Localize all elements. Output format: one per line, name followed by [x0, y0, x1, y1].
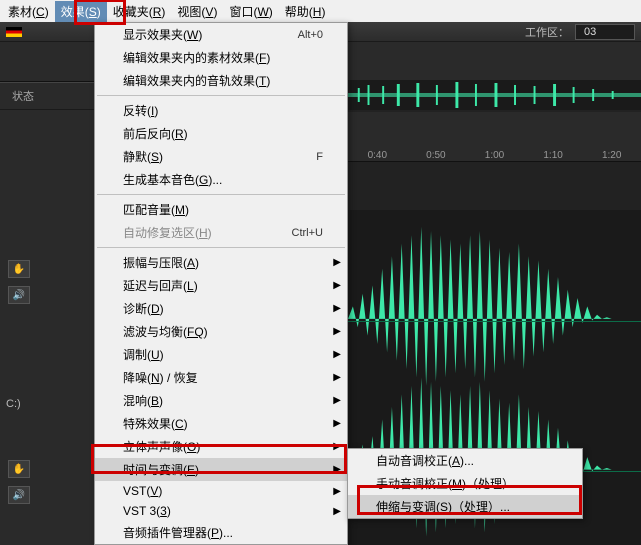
effects-menu-item[interactable]: 延迟与回声(L) ▶: [95, 274, 347, 297]
menu-item-label: VST(V): [123, 484, 162, 498]
effects-menu-item[interactable]: 匹配音量(M): [95, 198, 347, 221]
speaker-icon-2[interactable]: 🔊: [8, 486, 30, 504]
effects-menu-item[interactable]: 特殊效果(C) ▶: [95, 412, 347, 435]
menu-item-label: 立体声声像(O): [123, 438, 200, 455]
menu-item-label: 编辑效果夹内的素材效果(F): [123, 49, 270, 66]
status-label: 状态: [12, 88, 34, 104]
time-pitch-item[interactable]: 自动音调校正(A)...: [348, 449, 582, 472]
menu-item-label: 生成基本音色(G)...: [123, 171, 222, 188]
effects-menu-item[interactable]: 立体声声像(O) ▶: [95, 435, 347, 458]
menu-item-label: 特殊效果(C): [123, 415, 188, 432]
menu-view[interactable]: 视图(V): [171, 1, 223, 22]
menu-shortcut: F: [316, 151, 323, 163]
effects-menu-dropdown: 显示效果夹(W) Alt+0 编辑效果夹内的素材效果(F) 编辑效果夹内的音轨效果(T…: [94, 22, 348, 545]
menu-item-label: 前后反向(R): [123, 125, 188, 142]
menu-effects[interactable]: 效果(S): [55, 1, 107, 22]
effects-menu-item[interactable]: 编辑效果夹内的音轨效果(T): [95, 69, 347, 92]
effects-menu-item[interactable]: VST 3(3) ▶: [95, 501, 347, 521]
effects-menu-item[interactable]: 生成基本音色(G)...: [95, 168, 347, 191]
menu-item-label: 编辑效果夹内的音轨效果(T): [123, 72, 270, 89]
track-label: C:): [6, 398, 21, 410]
effects-menu-item[interactable]: VST(V) ▶: [95, 481, 347, 501]
submenu-arrow-icon: ▶: [333, 326, 341, 337]
effects-menu-item[interactable]: 音频插件管理器(P)...: [95, 521, 347, 544]
ruler-tick: 0:50: [426, 150, 445, 161]
menu-item-label: 显示效果夹(W): [123, 26, 202, 43]
workspace-dropdown[interactable]: 03: [575, 24, 635, 40]
menu-item-label: 静默(S): [123, 148, 163, 165]
ruler-tick: 0:40: [368, 150, 387, 161]
menu-material[interactable]: 素材(C): [2, 1, 55, 22]
submenu-arrow-icon: ▶: [333, 486, 341, 497]
effects-menu-item[interactable]: 显示效果夹(W) Alt+0: [95, 23, 347, 46]
effects-menu-item[interactable]: 调制(U) ▶: [95, 343, 347, 366]
track-controls: ✋ 🔊: [8, 260, 30, 304]
menu-item-label: 混响(B): [123, 392, 163, 409]
workspace-label: 工作区：: [525, 24, 569, 40]
menu-item-label: 伸缩与变调(S)（处理）...: [376, 498, 510, 515]
effects-menu-item[interactable]: 混响(B) ▶: [95, 389, 347, 412]
menu-shortcut: Ctrl+U: [292, 227, 323, 239]
submenu-arrow-icon: ▶: [333, 418, 341, 429]
menu-item-label: 诊断(D): [123, 300, 164, 317]
menu-item-label: 延迟与回声(L): [123, 277, 198, 294]
submenu-arrow-icon: ▶: [333, 506, 341, 517]
effects-menu-item: 自动修复选区(H) Ctrl+U: [95, 221, 347, 244]
effects-menu-item[interactable]: 降噪(N) / 恢复 ▶: [95, 366, 347, 389]
menu-item-label: 滤波与均衡(FQ): [123, 323, 208, 340]
submenu-arrow-icon: ▶: [333, 395, 341, 406]
effects-menu-item[interactable]: 滤波与均衡(FQ) ▶: [95, 320, 347, 343]
submenu-arrow-icon: ▶: [333, 441, 341, 452]
menu-item-label: 自动音调校正(A)...: [376, 452, 474, 469]
effects-menu-item[interactable]: 编辑效果夹内的素材效果(F): [95, 46, 347, 69]
ruler-tick: 1:00: [485, 150, 504, 161]
flag-icon: [6, 27, 22, 37]
menu-shortcut: Alt+0: [298, 29, 323, 41]
effects-menu-item[interactable]: 诊断(D) ▶: [95, 297, 347, 320]
menu-item-label: 振幅与压限(A): [123, 254, 199, 271]
effects-menu-item[interactable]: 反转(I): [95, 99, 347, 122]
menu-item-label: 时间与变调(E): [123, 461, 199, 478]
menu-favorites[interactable]: 收藏夹(R): [107, 1, 172, 22]
effects-menu-item[interactable]: 振幅与压限(A) ▶: [95, 251, 347, 274]
time-pitch-item[interactable]: 伸缩与变调(S)（处理）...: [348, 495, 582, 518]
menu-item-label: 调制(U): [123, 346, 164, 363]
effects-menu-item[interactable]: 前后反向(R): [95, 122, 347, 145]
menu-window[interactable]: 窗口(W): [223, 1, 278, 22]
ruler-tick: 1:20: [602, 150, 621, 161]
time-pitch-item[interactable]: 手动音调校正(M)（处理）...: [348, 472, 582, 495]
menu-item-label: 音频插件管理器(P)...: [123, 524, 233, 541]
menu-item-label: 手动音调校正(M)（处理）...: [376, 475, 524, 492]
menu-help[interactable]: 帮助(H): [279, 1, 332, 22]
submenu-arrow-icon: ▶: [333, 372, 341, 383]
menu-item-label: 自动修复选区(H): [123, 224, 212, 241]
menu-item-label: VST 3(3): [123, 504, 171, 518]
hand-tool-icon[interactable]: ✋: [8, 260, 30, 278]
menu-item-label: 反转(I): [123, 102, 158, 119]
menubar: 素材(C) 效果(S) 收藏夹(R) 视图(V) 窗口(W) 帮助(H): [0, 0, 641, 22]
submenu-arrow-icon: ▶: [333, 257, 341, 268]
submenu-arrow-icon: ▶: [333, 349, 341, 360]
waveform-overview[interactable]: [348, 80, 641, 110]
menu-item-label: 降噪(N) / 恢复: [123, 369, 198, 386]
time-pitch-submenu: 自动音调校正(A)... 手动音调校正(M)（处理）... 伸缩与变调(S)（处理）…: [347, 448, 583, 519]
ruler-tick: 1:10: [543, 150, 562, 161]
menu-item-label: 匹配音量(M): [123, 201, 189, 218]
speaker-icon[interactable]: 🔊: [8, 286, 30, 304]
submenu-arrow-icon: ▶: [333, 303, 341, 314]
submenu-arrow-icon: ▶: [333, 464, 341, 475]
submenu-arrow-icon: ▶: [333, 280, 341, 291]
time-ruler[interactable]: 0:40 0:50 1:00 1:10 1:20: [348, 112, 641, 162]
effects-menu-item[interactable]: 静默(S) F: [95, 145, 347, 168]
hand-tool-icon-2[interactable]: ✋: [8, 460, 30, 478]
effects-menu-item[interactable]: 时间与变调(E) ▶: [95, 458, 347, 481]
